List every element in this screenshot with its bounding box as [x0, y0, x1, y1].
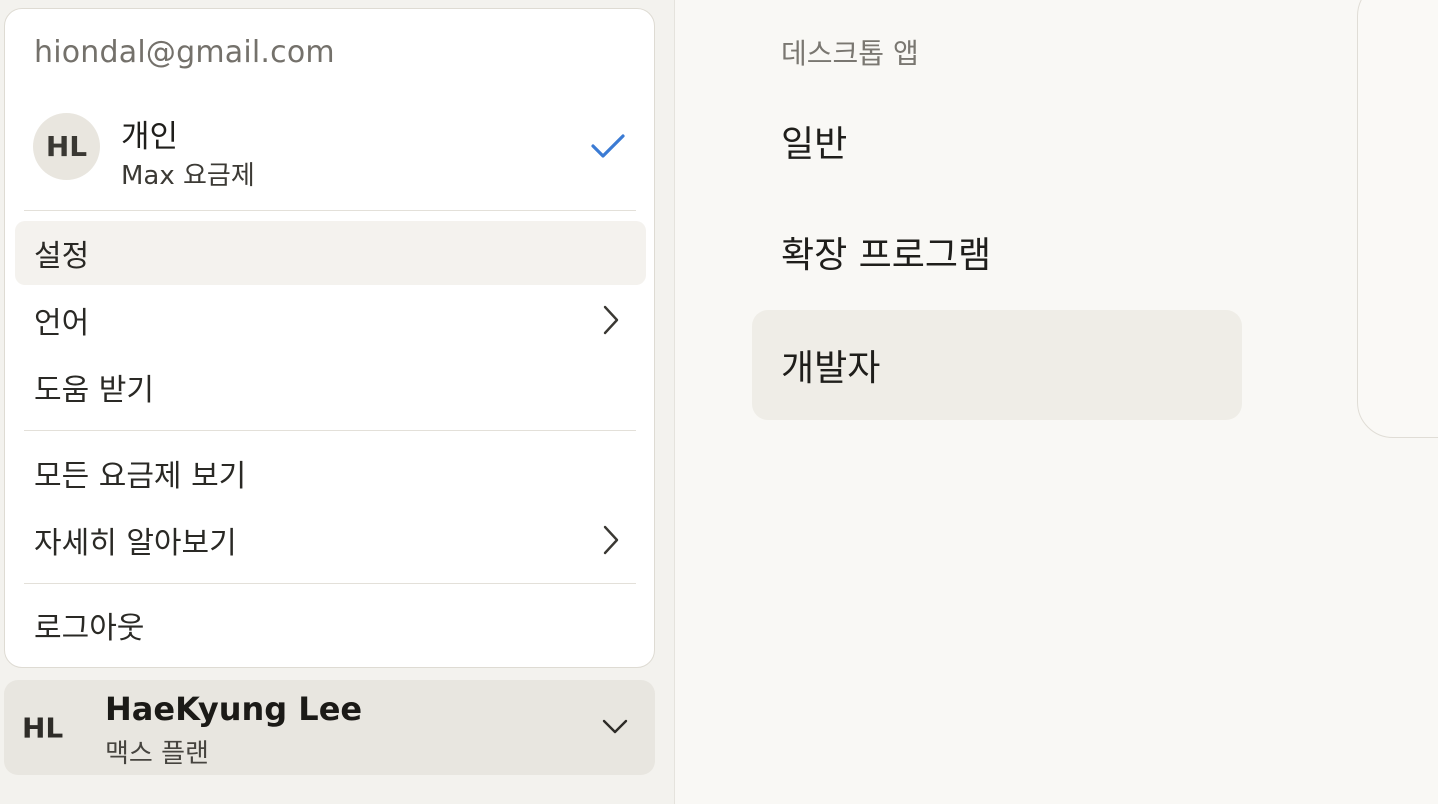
menu-item-settings[interactable]: 설정: [15, 221, 646, 285]
check-icon: [591, 134, 625, 158]
settings-nav-developer[interactable]: 개발자: [752, 310, 1242, 420]
menu-item-view-all-plans[interactable]: 모든 요금제 보기: [15, 441, 646, 505]
account-email: hiondal@gmail.com: [34, 35, 335, 70]
settings-nav-label: 일반: [781, 124, 848, 165]
menu-item-label: 언어: [34, 306, 90, 341]
avatar: HL: [22, 711, 64, 744]
menu-item-label: 자세히 알아보기: [34, 526, 237, 561]
chevron-right-icon: [603, 525, 619, 555]
menu-item-label: 도움 받기: [34, 373, 154, 408]
account-option-personal[interactable]: HL 개인 Max 요금제: [5, 109, 654, 205]
settings-nav-extensions[interactable]: 확장 프로그램: [752, 197, 1242, 307]
user-plan: 맥스 플랜: [105, 739, 209, 769]
menu-divider: [24, 583, 636, 584]
account-name: 개인: [121, 119, 179, 155]
settings-nav-label: 개발자: [781, 348, 881, 389]
account-plan: Max 요금제: [121, 161, 255, 191]
menu-item-learn-more[interactable]: 자세히 알아보기: [15, 508, 646, 572]
chevron-right-icon: [603, 305, 619, 335]
avatar: HL: [33, 113, 100, 180]
settings-nav-label: 확장 프로그램: [781, 235, 992, 276]
menu-divider: [24, 430, 636, 431]
settings-content-panel: [1357, 0, 1438, 438]
menu-item-logout[interactable]: 로그아웃: [15, 593, 646, 657]
menu-item-language[interactable]: 언어: [15, 288, 646, 352]
settings-nav-general[interactable]: 일반: [752, 86, 1242, 196]
menu-divider: [24, 210, 636, 211]
menu-item-label: 로그아웃: [34, 611, 145, 646]
chevron-down-icon: [602, 719, 628, 734]
account-menu: hiondal@gmail.com HL 개인 Max 요금제 설정 언어 도움…: [4, 8, 655, 668]
user-name: HaeKyung Lee: [105, 690, 363, 728]
menu-item-get-help[interactable]: 도움 받기: [15, 355, 646, 419]
settings-section-title: 데스크톱 앱: [781, 37, 919, 70]
user-account-button[interactable]: HL HaeKyung Lee 맥스 플랜: [4, 680, 655, 775]
menu-item-label: 설정: [34, 239, 90, 274]
menu-item-label: 모든 요금제 보기: [34, 459, 247, 494]
